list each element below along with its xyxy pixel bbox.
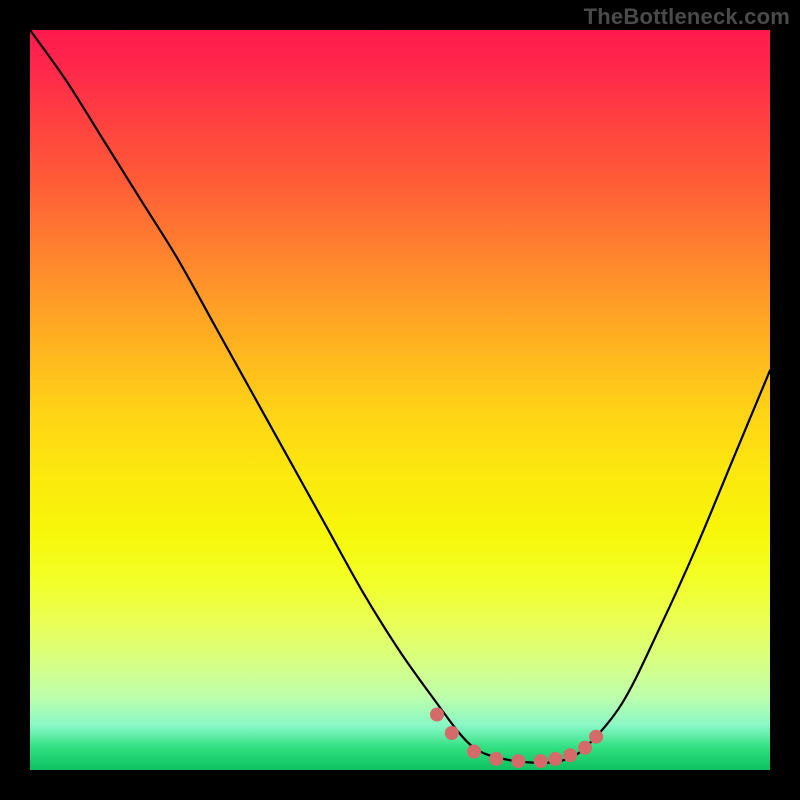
optimal-dot bbox=[430, 708, 444, 722]
optimal-dot bbox=[563, 748, 577, 762]
optimal-dot bbox=[489, 752, 503, 766]
optimal-dot bbox=[445, 726, 459, 740]
optimal-dot bbox=[589, 730, 603, 744]
optimal-dot bbox=[578, 741, 592, 755]
optimal-range-dots-group bbox=[430, 708, 603, 769]
optimal-dot bbox=[511, 754, 525, 768]
chart-svg-overlay bbox=[30, 30, 770, 770]
chart-frame: TheBottleneck.com bbox=[0, 0, 800, 800]
bottleneck-curve-line bbox=[30, 30, 770, 763]
watermark-text: TheBottleneck.com bbox=[584, 4, 790, 30]
optimal-dot bbox=[467, 745, 481, 759]
optimal-dot bbox=[534, 754, 548, 768]
optimal-dot bbox=[548, 752, 562, 766]
